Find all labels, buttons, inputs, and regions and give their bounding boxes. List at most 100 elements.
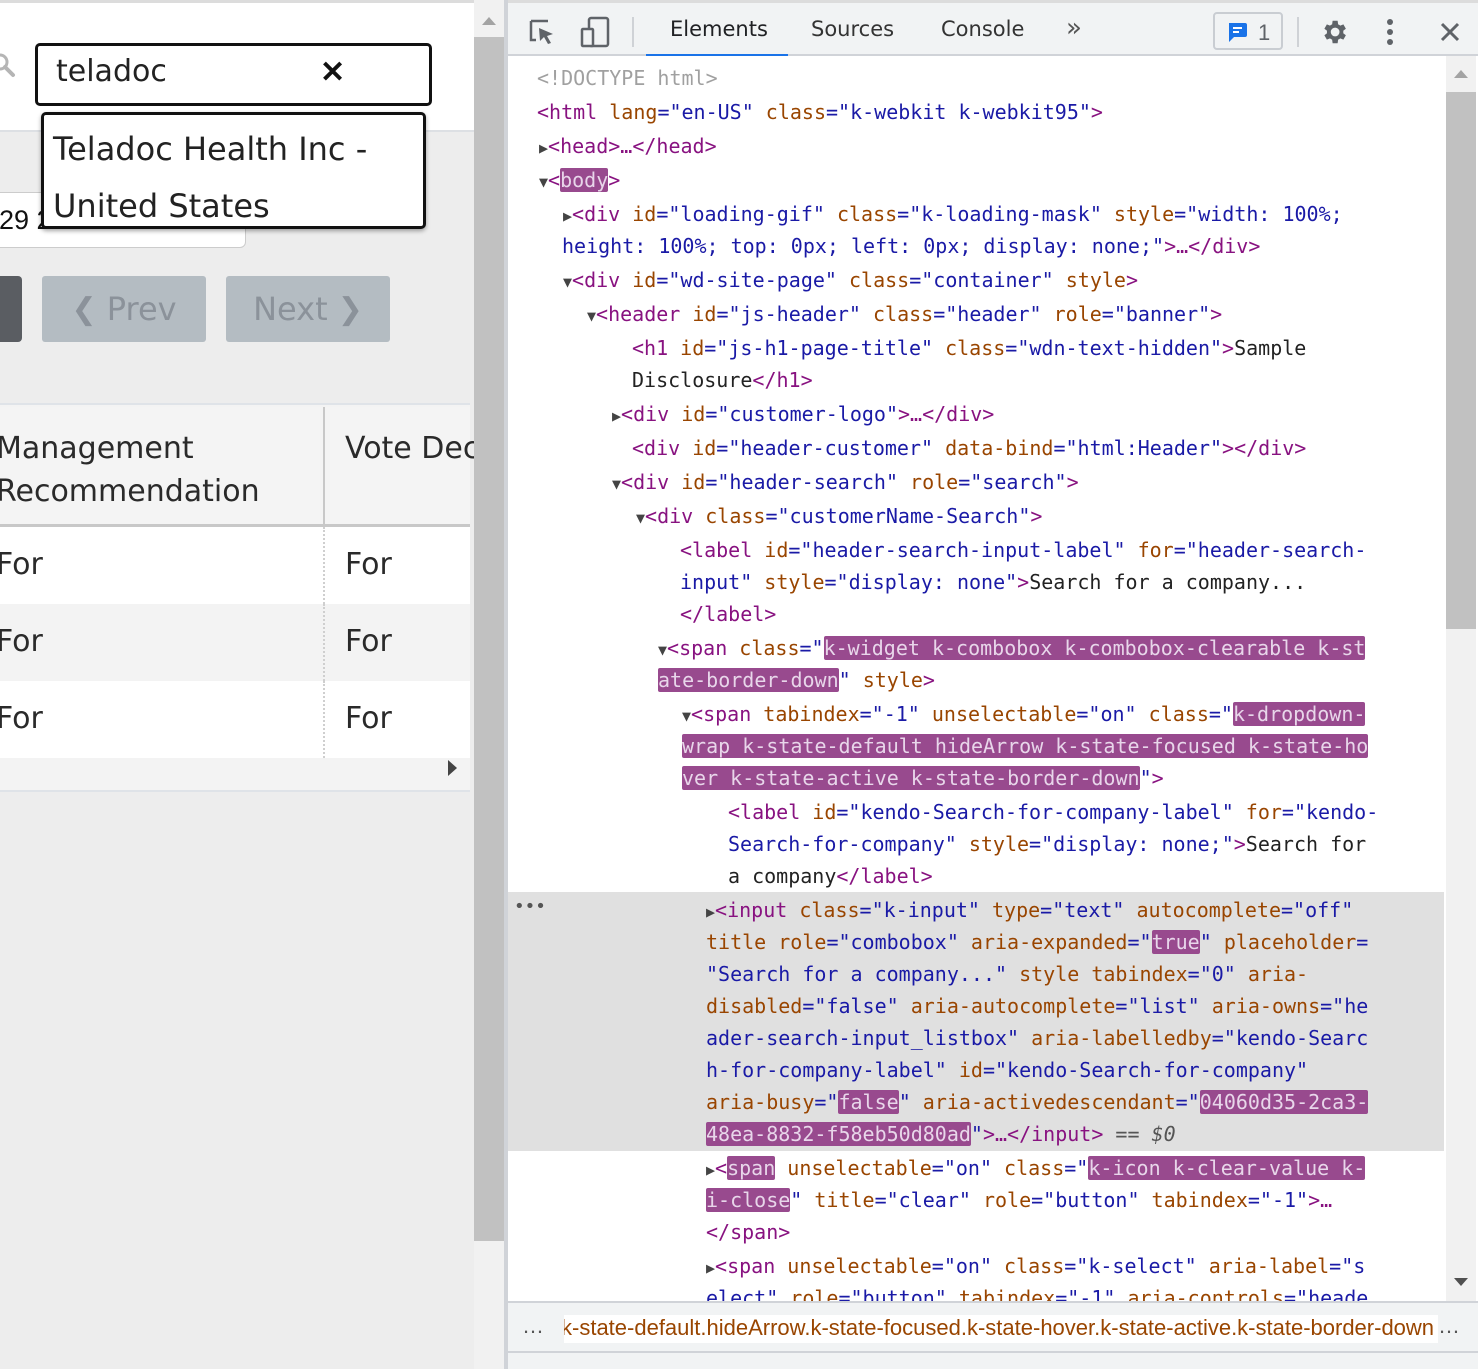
- dom-node-header-search[interactable]: ▼<div id="header-search" role="search">: [508, 466, 1446, 500]
- toolbar-separator: [1297, 17, 1299, 47]
- dom-node-wd-site-page[interactable]: ▼<div id="wd-site-page" class="container…: [508, 264, 1446, 298]
- scroll-up-arrow-icon[interactable]: [482, 17, 496, 25]
- scrollbar-thumb[interactable]: [1446, 92, 1476, 629]
- cell-management-recommendation: For: [0, 701, 43, 736]
- cell-divider: [323, 681, 325, 758]
- toolbar-separator: [632, 17, 634, 47]
- collapse-triangle-icon[interactable]: ▼: [658, 641, 667, 659]
- dom-node-k-input-cont[interactable]: aria-busy="false" aria-activedescendant=…: [508, 1086, 1446, 1118]
- scroll-right-arrow-icon[interactable]: [448, 760, 457, 776]
- web-page-viewport: ✕ Teladoc Health Inc - United States 29 …: [0, 0, 474, 1369]
- dom-node-customername-search[interactable]: ▼<div class="customerName-Search">: [508, 500, 1446, 534]
- company-search-combobox[interactable]: ✕: [35, 43, 432, 106]
- expand-triangle-icon[interactable]: ▶: [706, 903, 715, 921]
- next-button[interactable]: Next ❯: [226, 276, 390, 342]
- dom-node-loading-gif-cont[interactable]: height: 100%; top: 0px; left: 0px; displ…: [508, 230, 1446, 262]
- collapse-triangle-icon[interactable]: ▼: [563, 273, 572, 291]
- devtools-panel: Elements Sources Console » 1 ••• <!DOCTY…: [508, 0, 1478, 1369]
- dom-node-k-select[interactable]: ▶<span unselectable="on" class="k-select…: [508, 1250, 1446, 1284]
- suggestion-item[interactable]: Teladoc Health Inc - United States: [53, 121, 413, 235]
- dom-node-head[interactable]: ▶<head>…</head>: [508, 130, 1446, 164]
- dom-node-h1[interactable]: <h1 id="js-h1-page-title" class="wdn-tex…: [508, 332, 1446, 364]
- dom-node-html[interactable]: <html lang="en-US" class="k-webkit k-web…: [508, 96, 1446, 128]
- dom-node-k-dropdown-wrap-cont2[interactable]: ver k-state-active k-state-border-down">: [508, 762, 1446, 794]
- table-row: For For: [0, 604, 470, 681]
- collapse-triangle-icon[interactable]: ▼: [682, 707, 691, 725]
- collapse-triangle-icon[interactable]: ▼: [612, 475, 621, 493]
- dom-node-header[interactable]: ▼<header id="js-header" class="header" r…: [508, 298, 1446, 332]
- issues-message-icon: [1229, 23, 1247, 42]
- collapse-triangle-icon[interactable]: ▼: [636, 509, 645, 527]
- dom-node-k-input-cont[interactable]: h-for-company-label" id="kendo-Search-fo…: [508, 1054, 1446, 1086]
- dom-node-header-search-label[interactable]: <label id="header-search-input-label" fo…: [508, 534, 1446, 566]
- dom-node-kendo-label-cont[interactable]: Search-for-company" style="display: none…: [508, 828, 1446, 860]
- dom-node-k-input-cont[interactable]: title role="combobox" aria-expanded="tru…: [508, 926, 1446, 958]
- tab-sources[interactable]: Sources: [811, 17, 894, 41]
- expand-triangle-icon[interactable]: ▶: [563, 207, 572, 225]
- dom-tree-scrollbar[interactable]: [1446, 56, 1476, 1301]
- dom-node-body[interactable]: ▼<body>: [508, 164, 1446, 198]
- prev-button[interactable]: ❮ Prev: [42, 276, 206, 342]
- cell-vote-decision: For: [345, 624, 392, 659]
- expand-triangle-icon[interactable]: ▶: [706, 1161, 715, 1179]
- next-label: Next: [253, 290, 328, 328]
- dom-node-loading-gif[interactable]: ▶<div id="loading-gif" class="k-loading-…: [508, 198, 1446, 232]
- dom-node-header-search-label-cont[interactable]: input" style="display: none">Search for …: [508, 566, 1446, 598]
- expand-triangle-icon[interactable]: ▶: [612, 407, 621, 425]
- expand-triangle-icon[interactable]: ▶: [706, 1259, 715, 1277]
- inspect-element-icon[interactable]: [528, 18, 556, 46]
- dom-node-k-dropdown-wrap[interactable]: ▼<span tabindex="-1" unselectable="on" c…: [508, 698, 1446, 732]
- dom-node-k-select-cont[interactable]: elect" role="button" tabindex="-1" aria-…: [508, 1282, 1446, 1301]
- chevron-left-icon: ❮: [71, 291, 97, 327]
- breadcrumb-scroll-right[interactable]: …: [1438, 1313, 1460, 1339]
- dom-node-kendo-label[interactable]: <label id="kendo-Search-for-company-labe…: [508, 796, 1446, 828]
- drawer-edge: [508, 1353, 1478, 1369]
- scroll-down-arrow-icon[interactable]: [1454, 1278, 1468, 1286]
- dom-node-customer-logo[interactable]: ▶<div id="customer-logo">…</div>: [508, 398, 1446, 432]
- dom-node-kendo-label-cont2[interactable]: a company</label>: [508, 860, 1446, 892]
- company-search-input[interactable]: [56, 54, 306, 89]
- dom-node-doctype[interactable]: <!DOCTYPE html>: [508, 62, 1446, 94]
- collapse-triangle-icon[interactable]: ▼: [539, 173, 548, 191]
- cell-management-recommendation: For: [0, 624, 43, 659]
- page-vertical-scrollbar[interactable]: [474, 0, 504, 1369]
- action-button[interactable]: [0, 276, 22, 342]
- collapse-triangle-icon[interactable]: ▼: [587, 307, 596, 325]
- close-devtools-icon[interactable]: [1439, 21, 1461, 43]
- more-tabs-icon[interactable]: »: [1066, 13, 1082, 43]
- more-options-icon[interactable]: [1383, 17, 1397, 47]
- column-header-vote-decision[interactable]: Vote Dec: [345, 427, 474, 470]
- scroll-up-arrow-icon[interactable]: [1454, 70, 1468, 78]
- dom-node-k-input-cont[interactable]: disabled="false" aria-autocomplete="list…: [508, 990, 1446, 1022]
- dom-node-k-dropdown-wrap-cont[interactable]: wrap k-state-default hideArrow k-state-f…: [508, 730, 1446, 762]
- grid-header: Management Recommendation Vote Dec: [0, 407, 474, 527]
- votes-grid: Management Recommendation Vote Dec For F…: [0, 403, 474, 792]
- tab-console[interactable]: Console: [941, 17, 1024, 41]
- dom-node-k-clear-value-cont[interactable]: i-close" title="clear" role="button" tab…: [508, 1184, 1446, 1216]
- breadcrumb-selector[interactable]: k-state-default.hideArrow.k-state-focuse…: [564, 1315, 1438, 1343]
- dom-node-header-customer[interactable]: <div id="header-customer" data-bind="htm…: [508, 432, 1446, 464]
- cell-vote-decision: For: [345, 701, 392, 736]
- column-divider[interactable]: [323, 407, 325, 524]
- dom-node-k-clear-value[interactable]: ▶<span unselectable="on" class="k-icon k…: [508, 1152, 1446, 1186]
- dom-node-h1-cont[interactable]: Disclosure</h1>: [508, 364, 1446, 396]
- column-header-management-recommendation[interactable]: Management Recommendation: [0, 427, 306, 513]
- dom-node-k-input-selected[interactable]: ▶<input class="k-input" type="text" auto…: [508, 894, 1446, 928]
- dom-node-label-close[interactable]: </label>: [508, 598, 1446, 630]
- tab-elements[interactable]: Elements: [670, 17, 768, 41]
- dom-node-k-input-cont[interactable]: 48ea-8832-f58eb50d80ad">…</input> == $0: [508, 1118, 1446, 1150]
- device-toolbar-icon[interactable]: [580, 16, 610, 48]
- dom-node-k-combobox[interactable]: ▼<span class="k-widget k-combobox k-comb…: [508, 632, 1446, 666]
- breadcrumb-scroll-left[interactable]: …: [522, 1313, 544, 1339]
- scrollbar-thumb[interactable]: [474, 37, 504, 1241]
- cell-vote-decision: For: [345, 547, 392, 582]
- expand-triangle-icon[interactable]: ▶: [539, 139, 548, 157]
- dom-node-k-input-cont[interactable]: "Search for a company..." style tabindex…: [508, 958, 1446, 990]
- dom-node-k-input-cont[interactable]: ader-search-input_listbox" aria-labelled…: [508, 1022, 1446, 1054]
- dom-node-k-combobox-cont[interactable]: ate-border-down" style>: [508, 664, 1446, 696]
- chevron-right-icon: ❯: [337, 291, 363, 327]
- settings-gear-icon[interactable]: [1319, 17, 1349, 47]
- dom-node-span-close[interactable]: </span>: [508, 1216, 1446, 1248]
- issues-button[interactable]: 1: [1213, 12, 1283, 50]
- clear-icon[interactable]: ✕: [320, 58, 345, 88]
